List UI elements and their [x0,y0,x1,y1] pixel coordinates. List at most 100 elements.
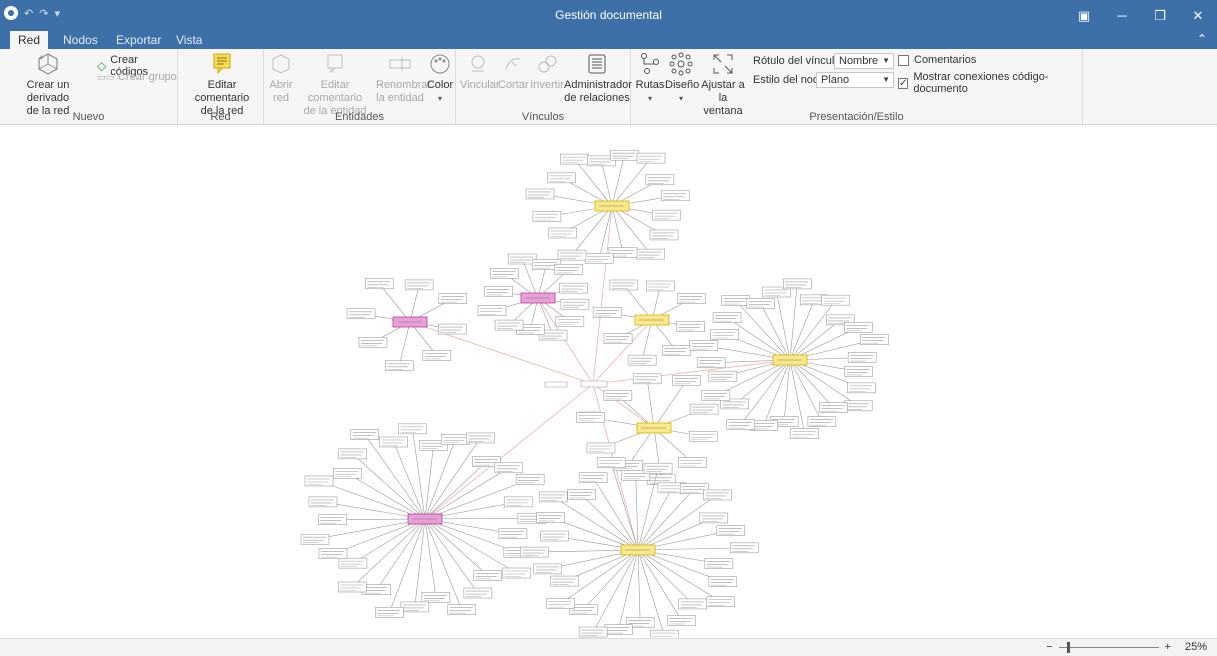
graph-edge[interactable] [592,205,613,385]
graph-edge[interactable] [398,321,411,366]
graph-edge[interactable] [637,549,682,621]
link-button[interactable]: Vincular [460,51,500,92]
relations-manager-button[interactable]: Administrador de relaciones [564,51,632,105]
graph-edge[interactable] [783,359,791,422]
create-group-button[interactable]: ▭▭ Crear grupo [97,71,177,83]
graph-edge[interactable] [592,477,639,551]
invert-link-button[interactable]: Invertir [530,51,564,92]
tab-nodos[interactable]: Nodos [55,31,106,49]
network-graph[interactable] [0,126,1217,638]
cut-label: Cortar [498,79,529,91]
graph-edge[interactable] [789,283,798,361]
graph-edge[interactable] [393,441,426,520]
edit-entity-label-1: Editar comentario [307,79,363,104]
graph-edge[interactable] [424,461,487,520]
comments-checkbox[interactable]: Comentarios [898,54,976,66]
graph-edge[interactable] [789,299,836,361]
graph-edge[interactable] [641,319,653,361]
tab-red[interactable]: Red [10,31,49,49]
color-button[interactable]: Color ▾ [426,51,454,105]
graph-edge[interactable] [424,518,488,576]
graph-edge[interactable] [637,549,641,623]
graph-edge[interactable] [635,475,639,551]
tab-exportar[interactable]: Exportar [108,31,169,49]
graph-edge[interactable] [735,300,791,361]
link-label-value: Nombre [839,55,879,67]
open-label-2: red [273,92,289,104]
graph-edge[interactable] [424,518,517,574]
tab-vista[interactable]: Vista [168,31,210,49]
graph-edge[interactable] [789,359,834,408]
graph-edge[interactable] [352,453,426,520]
minimize-button[interactable]: ─ [1103,0,1141,31]
edit-network-comment-button[interactable]: Editar comentario de la red [182,51,262,118]
graph-edge[interactable] [364,434,426,520]
graph-edge[interactable] [537,297,594,385]
derived-label-1: Crear un derivado [26,79,70,104]
group-entidades: Abrir red Editar comentario de la entida… [264,49,456,125]
graph-edge[interactable] [637,488,695,551]
graph-edge[interactable] [776,291,791,361]
relations-manager-icon [584,51,610,77]
group-entidades-label: Entidades [335,111,384,123]
fit-to-window-button[interactable]: Ajustar a la ventana [701,51,745,118]
graph-edge[interactable] [789,299,815,361]
collapse-ribbon-icon[interactable]: ⌃ [1197,32,1207,46]
create-group-label: Crear grupo [118,71,177,83]
graph-edge[interactable] [763,359,791,426]
zoom-in-button[interactable]: + [1165,641,1171,653]
graph-node[interactable] [544,381,568,388]
link-label-select[interactable]: Nombre ▼ [834,53,894,69]
show-connections-checkbox-box: ✓ [898,77,909,89]
zoom-out-button[interactable]: − [1046,641,1052,653]
layout-label: Diseño [665,79,700,91]
graph-edge[interactable] [653,380,687,429]
zoom-slider[interactable] [1058,641,1159,653]
link-label-caption: Rótulo del vínculo [753,55,841,67]
graph-edge[interactable] [347,472,426,520]
restore-button[interactable]: ❐ [1141,0,1179,31]
open-network-button[interactable]: Abrir red [268,51,294,105]
zoom-slider-thumb[interactable] [1066,641,1070,653]
edit-entity-comment-button[interactable]: Editar comentario de la entidad [296,51,374,118]
show-connections-label: Mostrar conexiones código-documento [913,71,1049,95]
graph-edge[interactable] [646,378,655,429]
group-presentacion-label: Presentación/Estilo [809,111,904,123]
routes-dropdown-icon: ▾ [647,94,652,103]
zoom-level: 25% [1184,641,1207,653]
graph-edge[interactable] [583,549,639,610]
graph-edge[interactable] [628,427,655,466]
graph-edge[interactable] [740,359,791,425]
show-connections-checkbox[interactable]: ✓ Mostrar conexiones código-documento [898,71,1082,95]
cut-link-button[interactable]: Cortar [498,51,529,92]
rename-icon [387,51,413,77]
group-nuevo: + Crear un derivado de la red ◇ Crear có… [0,49,178,125]
graph-edge[interactable] [424,518,479,594]
group-red-label: Red [210,111,231,123]
layout-button[interactable]: Diseño ▾ [665,51,700,105]
node-style-select[interactable]: Plano ▼ [816,72,894,88]
open-network-icon [268,51,294,77]
rename-entity-button[interactable]: Renombrar la entidad [376,51,431,105]
edit-network-label-1: Editar comentario [194,79,250,104]
network-canvas[interactable] [0,126,1217,638]
graph-edge[interactable] [637,549,721,603]
routes-label: Rutas [635,79,665,91]
node-style-value: Plano [821,74,850,86]
graph-edge[interactable] [409,284,420,323]
graph-node[interactable] [580,380,608,388]
graph-node[interactable] [649,629,679,638]
routes-button[interactable]: Rutas ▾ [635,51,665,105]
group-nuevo-label: Nuevo [72,111,105,123]
comments-label: Comentarios [914,54,977,66]
graph-edge[interactable] [352,518,426,588]
ribbon-display-options-button[interactable]: ▣ [1065,0,1103,31]
create-derived-network-button[interactable]: + Crear un derivado de la red [4,51,92,118]
graph-edge[interactable] [553,496,639,551]
graph-edge[interactable] [760,303,791,361]
fit-label-1: Ajustar a [701,79,745,91]
close-button[interactable]: ✕ [1179,0,1217,31]
graph-edge[interactable] [424,518,437,598]
graph-edge[interactable] [789,359,823,422]
cut-link-icon [500,51,526,77]
